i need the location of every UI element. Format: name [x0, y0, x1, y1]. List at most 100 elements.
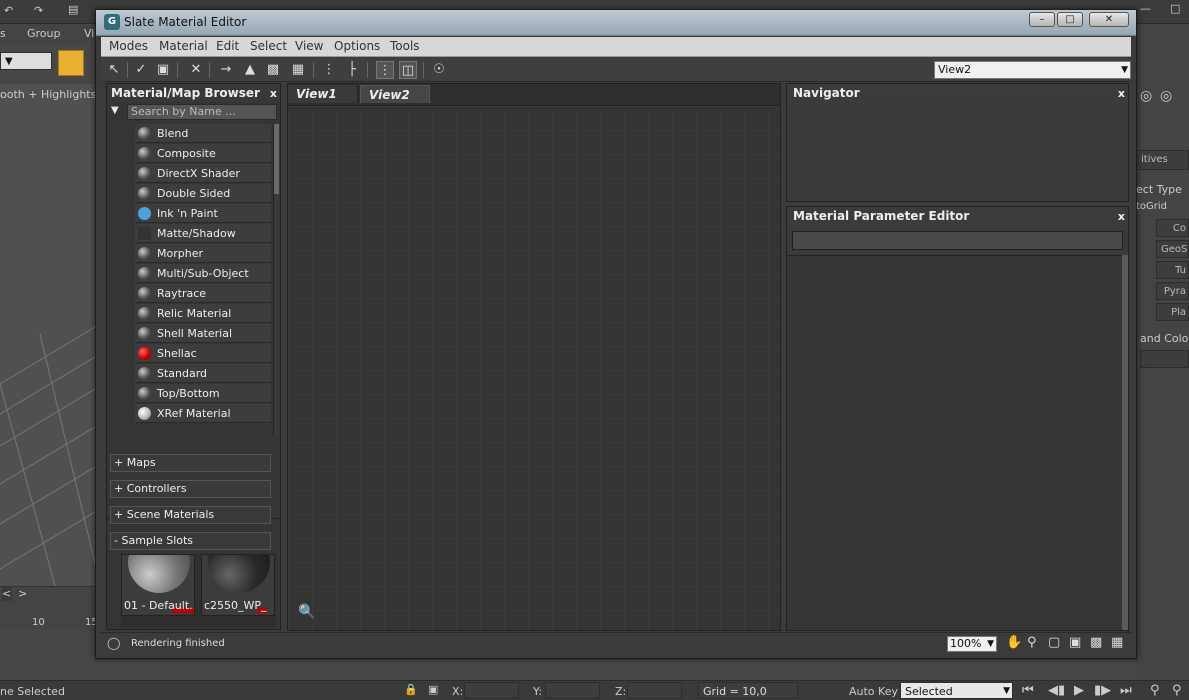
- navigator-close-icon[interactable]: x: [1118, 85, 1125, 103]
- view-selector-dropdown[interactable]: View2 ▼: [934, 61, 1131, 79]
- coord-y-field[interactable]: [545, 682, 600, 699]
- list-item[interactable]: Ink 'n Paint: [135, 204, 271, 223]
- window-titlebar[interactable]: G Slate Material Editor – □ ✕: [96, 10, 1136, 36]
- menu-material[interactable]: Material: [159, 39, 208, 53]
- auto-key-select[interactable]: Selected ▼: [900, 682, 1013, 699]
- go-to-start-icon[interactable]: ⏮: [1022, 683, 1034, 698]
- pick-material-icon[interactable]: ✓: [132, 61, 150, 79]
- layout-children-icon[interactable]: ├: [343, 61, 361, 79]
- play-icon[interactable]: ▶: [1074, 683, 1084, 698]
- geosphere-button[interactable]: GeoSp: [1156, 240, 1189, 258]
- zoom-all-icon[interactable]: ⚲: [1172, 683, 1182, 698]
- menu-view[interactable]: View: [295, 39, 323, 53]
- list-item[interactable]: XRef Material: [135, 404, 271, 423]
- menu-tools[interactable]: Tools: [390, 39, 420, 53]
- section-maps[interactable]: + Maps: [110, 454, 271, 472]
- sample-slot[interactable]: c2550_WP_: [201, 554, 275, 616]
- menu-select[interactable]: Select: [250, 39, 287, 53]
- list-item[interactable]: Composite: [135, 144, 271, 163]
- search-input[interactable]: Search by Name ...: [127, 104, 277, 120]
- scrollbar-thumb[interactable]: [274, 124, 279, 194]
- list-item[interactable]: DirectX Shader: [135, 164, 271, 183]
- undo-icon[interactable]: ↶: [4, 4, 13, 17]
- zoom-icon[interactable]: ⚲: [1150, 683, 1160, 698]
- material-name-field[interactable]: [792, 231, 1123, 250]
- cone-button[interactable]: Co: [1156, 219, 1189, 237]
- hide-unused-icon[interactable]: ▲: [241, 61, 259, 79]
- section-sample-slots[interactable]: - Sample Slots: [110, 532, 271, 550]
- primitives-dropdown[interactable]: itives: [1136, 150, 1189, 170]
- viewport-label[interactable]: ooth + Highlights ]: [0, 88, 100, 101]
- param-editor-scrollbar[interactable]: [1122, 255, 1128, 630]
- coord-z-field[interactable]: [627, 682, 682, 699]
- plane-button[interactable]: Pla: [1156, 303, 1189, 321]
- motion-icon[interactable]: ◎: [1160, 88, 1172, 104]
- delete-icon[interactable]: ✕: [187, 61, 205, 79]
- max-selection-dropdown[interactable]: ▼: [0, 52, 52, 70]
- autogrid-label[interactable]: toGrid: [1136, 201, 1167, 212]
- move-children-icon[interactable]: →: [217, 61, 235, 79]
- layout-vertical-icon[interactable]: ⋮: [320, 61, 338, 79]
- max-menu-group[interactable]: Group: [27, 27, 61, 40]
- filter-options-icon[interactable]: ▼: [111, 105, 123, 117]
- timeline-left-arrow[interactable]: <: [2, 587, 12, 601]
- zoom-icon[interactable]: ⚲: [1027, 635, 1037, 650]
- param-editor-close-icon[interactable]: x: [1118, 208, 1125, 226]
- show-background-icon[interactable]: ▦: [289, 61, 307, 79]
- node-view-canvas[interactable]: 🔍: [288, 105, 780, 630]
- zoom-region-icon[interactable]: ▢: [1048, 635, 1060, 650]
- max-menu-s[interactable]: s: [0, 27, 6, 40]
- pan-hand-icon[interactable]: ✋: [1006, 635, 1022, 650]
- section-controllers[interactable]: + Controllers: [110, 480, 271, 498]
- zoom-dropdown[interactable]: 100% ▼: [947, 636, 997, 652]
- minimize-button[interactable]: –: [1029, 12, 1055, 27]
- prev-frame-icon[interactable]: ◀▮: [1048, 683, 1065, 698]
- section-scene-materials[interactable]: + Scene Materials: [110, 506, 271, 524]
- close-button[interactable]: ✕: [1089, 12, 1129, 27]
- tab-view1[interactable]: View1: [288, 85, 358, 103]
- restore-button[interactable]: □: [1057, 12, 1083, 27]
- menu-options[interactable]: Options: [334, 39, 380, 53]
- pyramid-button[interactable]: Pyra: [1156, 282, 1189, 300]
- list-item[interactable]: Relic Material: [135, 304, 271, 323]
- material-list-scrollbar[interactable]: [273, 124, 279, 434]
- zoom-extents-selected-icon[interactable]: ▩: [1090, 635, 1102, 650]
- sample-slot[interactable]: 01 - Default...: [121, 554, 195, 616]
- next-frame-icon[interactable]: ▮▶: [1094, 683, 1111, 698]
- transform-mode-icon[interactable]: ▣: [428, 683, 438, 696]
- max-viewport[interactable]: ooth + Highlights ]: [0, 84, 100, 604]
- max-minimize-button[interactable]: —: [1140, 2, 1151, 15]
- list-item[interactable]: Multi/Sub-Object: [135, 264, 271, 283]
- binoculars-icon[interactable]: 🔍: [298, 604, 315, 620]
- lock-icon[interactable]: 🔒: [404, 683, 418, 696]
- redo-icon[interactable]: ↷: [34, 4, 43, 17]
- menu-edit[interactable]: Edit: [216, 39, 239, 53]
- list-item[interactable]: Shell Material: [135, 324, 271, 343]
- max-menu-views[interactable]: Vi: [84, 27, 94, 40]
- tube-button[interactable]: Tu: [1156, 261, 1189, 279]
- list-item[interactable]: Matte/Shadow: [135, 224, 271, 243]
- list-item[interactable]: Double Sided: [135, 184, 271, 203]
- file-icon[interactable]: ▤: [68, 3, 78, 16]
- list-item[interactable]: Standard: [135, 364, 271, 383]
- pan-to-selected-icon[interactable]: ▦: [1111, 635, 1123, 650]
- timeline-right-arrow[interactable]: >: [18, 587, 27, 600]
- name-field[interactable]: [1140, 350, 1189, 368]
- tab-view2[interactable]: View2: [360, 85, 430, 103]
- select-tool-icon[interactable]: ↖: [105, 61, 123, 79]
- max-timeline[interactable]: < > 10 15: [0, 586, 100, 630]
- list-item[interactable]: Raytrace: [135, 284, 271, 303]
- hierarchy-icon[interactable]: ◎: [1140, 88, 1152, 104]
- go-to-end-icon[interactable]: ⏭: [1120, 683, 1132, 698]
- select-region-icon[interactable]: [58, 50, 84, 76]
- menu-modes[interactable]: Modes: [109, 39, 148, 53]
- list-item[interactable]: Blend: [135, 124, 271, 143]
- auto-key-button[interactable]: Auto Key: [849, 685, 898, 698]
- list-item[interactable]: Morpher: [135, 244, 271, 263]
- parameter-editor-icon[interactable]: ◫: [399, 61, 417, 79]
- browser-close-icon[interactable]: x: [270, 85, 277, 103]
- show-map-icon[interactable]: ▩: [264, 61, 282, 79]
- material-map-browser-icon[interactable]: ⋮: [376, 61, 394, 79]
- select-by-material-icon[interactable]: ☉: [430, 61, 448, 79]
- list-item[interactable]: Shellac: [135, 344, 271, 363]
